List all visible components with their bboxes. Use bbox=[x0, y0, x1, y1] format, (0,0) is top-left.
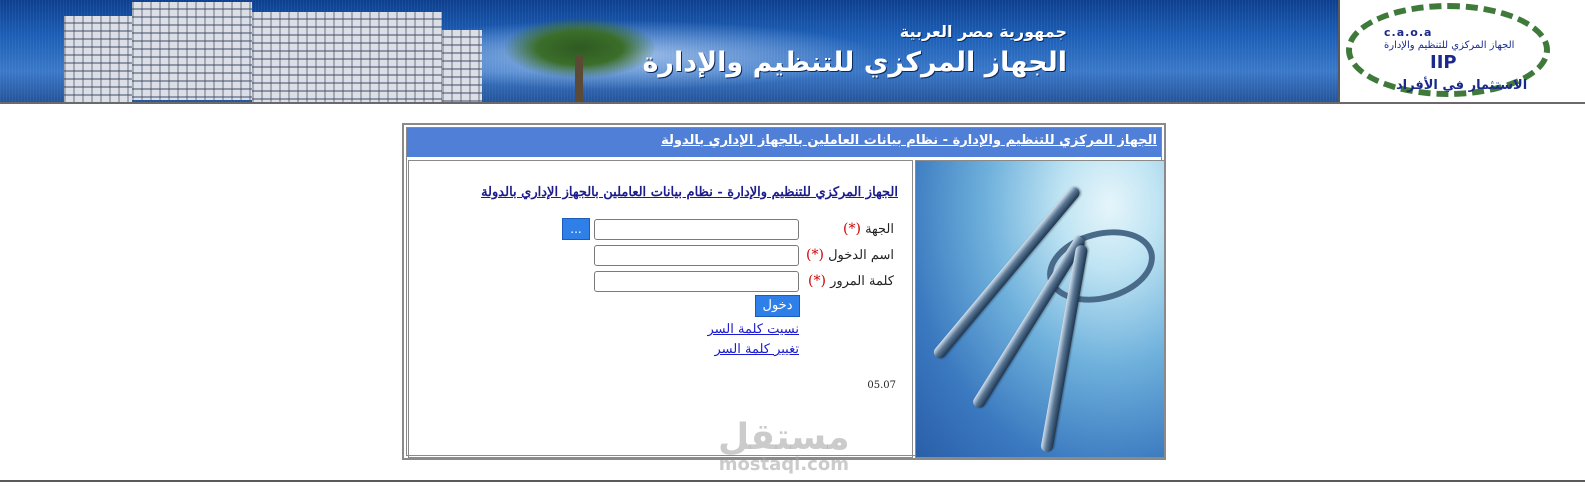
username-row: اسم الدخول (*) bbox=[409, 244, 912, 268]
change-password-link[interactable]: تغيير كلمة السر bbox=[715, 342, 800, 357]
password-row: كلمة المرور (*) bbox=[409, 270, 912, 294]
username-label: اسم الدخول (*) bbox=[806, 247, 894, 263]
banner-building bbox=[64, 16, 132, 102]
username-input[interactable] bbox=[594, 245, 799, 266]
username-label-text: اسم الدخول bbox=[828, 248, 894, 263]
logo-org-name: الجهاز المركزي للتنظيم والإدارة bbox=[1384, 40, 1515, 51]
footer-divider bbox=[0, 480, 1585, 482]
watermark: مستقل mostaql.com bbox=[718, 420, 850, 474]
login-button[interactable]: دخول bbox=[755, 295, 800, 317]
entity-label: الجهة (*) bbox=[843, 221, 894, 237]
header-banner: جمهورية مصر العربية الجهاز المركزي للتنظ… bbox=[0, 0, 1585, 102]
required-marker: (*) bbox=[806, 247, 824, 263]
entity-row: ... الجهة (*) bbox=[409, 218, 912, 242]
version-number: 05.07 bbox=[867, 380, 896, 391]
watermark-arabic: مستقل bbox=[718, 417, 850, 458]
keys-illustration bbox=[915, 160, 1165, 458]
login-panel-inner: الجهاز المركزي للتنظيم والإدارة - نظام ب… bbox=[406, 127, 1165, 458]
logo-center-text: IIP bbox=[1430, 52, 1457, 73]
entity-input[interactable] bbox=[594, 219, 799, 240]
logo-motto: الاستثمار في الأفراد bbox=[1396, 78, 1528, 93]
entity-label-text: الجهة bbox=[865, 222, 894, 237]
login-title-bar: الجهاز المركزي للتنظيم والإدارة - نظام ب… bbox=[407, 128, 1161, 157]
banner-photo: جمهورية مصر العربية الجهاز المركزي للتنظ… bbox=[0, 0, 1352, 102]
login-panel: الجهاز المركزي للتنظيم والإدارة - نظام ب… bbox=[402, 123, 1166, 460]
banner-palm-trunk bbox=[575, 55, 583, 102]
watermark-latin: mostaql.com bbox=[718, 454, 849, 475]
banner-subtitle: جمهورية مصر العربية bbox=[899, 22, 1067, 41]
password-label: كلمة المرور (*) bbox=[808, 273, 894, 289]
password-input[interactable] bbox=[594, 271, 799, 292]
banner-title-block: جمهورية مصر العربية الجهاز المركزي للتنظ… bbox=[642, 22, 1067, 78]
organization-logo: c.a.o.a الجهاز المركزي للتنظيم والإدارة … bbox=[1338, 0, 1585, 102]
required-marker: (*) bbox=[842, 221, 861, 237]
banner-building bbox=[442, 30, 482, 102]
required-marker: (*) bbox=[807, 273, 826, 289]
form-heading: الجهاز المركزي للتنظيم والإدارة - نظام ب… bbox=[481, 185, 898, 200]
banner-title: الجهاز المركزي للتنظيم والإدارة bbox=[642, 47, 1067, 78]
banner-building bbox=[132, 2, 252, 100]
login-form: الجهاز المركزي للتنظيم والإدارة - نظام ب… bbox=[408, 160, 913, 458]
password-label-text: كلمة المرور bbox=[830, 274, 894, 289]
banner-divider bbox=[0, 102, 1585, 104]
login-title: الجهاز المركزي للتنظيم والإدارة - نظام ب… bbox=[661, 133, 1157, 148]
browse-entity-button[interactable]: ... bbox=[562, 218, 590, 240]
banner-building bbox=[252, 12, 442, 102]
logo-acronym: c.a.o.a bbox=[1384, 26, 1433, 39]
forgot-password-link[interactable]: نسيت كلمة السر bbox=[708, 322, 800, 337]
